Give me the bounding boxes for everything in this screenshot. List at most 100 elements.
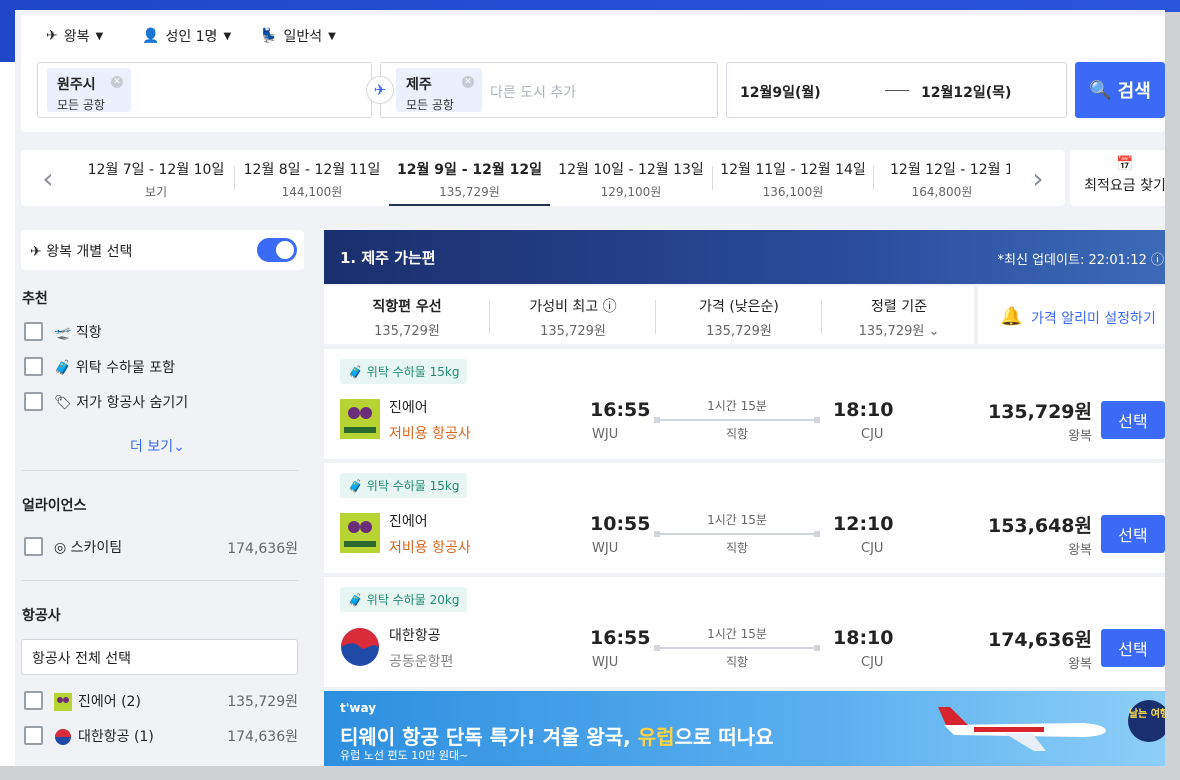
baggage-badge: 🧳 위탁 수하물 15kg xyxy=(340,473,468,498)
date-tab-4[interactable]: 12월 11일 - 12월 14일 136,100원 xyxy=(713,150,873,206)
chevron-down-icon: ▼ xyxy=(328,30,336,42)
route-line xyxy=(654,645,820,651)
route-line xyxy=(654,531,820,537)
chevron-down-icon: ⌄ xyxy=(928,324,940,339)
flight-card[interactable]: 🧳 위탁 수하물 15kg 진에어 저비용 항공사 10:55 WJU 1시간 … xyxy=(324,463,1165,573)
direct-flight-icon: 🛫 xyxy=(54,325,72,341)
sort-best-value[interactable]: 가성비 최고 ⓘ 135,729원 xyxy=(490,296,656,339)
calendar-icon: 📅 xyxy=(1116,156,1134,172)
jinair-checkbox[interactable] xyxy=(24,691,43,710)
seat-icon: 💺 xyxy=(260,28,278,44)
baggage-badge: 🧳 위탁 수하물 15kg xyxy=(340,359,468,384)
direct-filter-label: 🛫 직항 xyxy=(54,325,102,341)
roundtrip-toggle-label: ✈ 왕복 개별 선택 xyxy=(30,244,133,260)
alliance-heading: 얼라이언스 xyxy=(22,498,87,514)
select-flight-button[interactable]: 선택 xyxy=(1101,515,1165,553)
price-alert-link[interactable]: 가격 알리미 설정하기 xyxy=(1031,308,1156,328)
sort-direct-first[interactable]: 직항편 우선 135,729원 xyxy=(324,296,490,339)
date-tab-1[interactable]: 12월 8일 - 12월 11일 144,100원 xyxy=(235,150,389,206)
skyteam-checkbox[interactable] xyxy=(24,537,43,556)
airplane-illustration-icon xyxy=(938,707,1106,751)
next-dates-arrow-icon[interactable]: › xyxy=(1018,150,1058,206)
select-flight-button[interactable]: 선택 xyxy=(1101,401,1165,439)
baggage-filter-label: 🧳 위탁 수하물 포함 xyxy=(54,360,175,376)
hide-lcc-filter-label: 🏷 저가 항공사 숨기기 xyxy=(54,395,189,411)
baggage-badge: 🧳 위탁 수하물 20kg xyxy=(340,587,468,612)
tway-ad-banner[interactable]: t'way 티웨이 항공 단독 특가! 겨울 왕국, 유럽으로 떠나요 유럽 노… xyxy=(324,691,1180,766)
person-icon: 👤 xyxy=(142,28,160,44)
show-more-link[interactable]: 더 보기⌄ xyxy=(130,436,185,456)
sort-price-low[interactable]: 가격 (낮은순) 135,729원 xyxy=(656,296,822,339)
ad-subtext: 유럽 노선 편도 10만 원대~ xyxy=(340,749,469,762)
divider xyxy=(22,580,298,581)
search-button[interactable]: 🔍 검색 xyxy=(1075,62,1165,118)
roundtrip-toggle-switch[interactable] xyxy=(257,238,297,262)
select-all-airlines[interactable]: 항공사 전체 선택 xyxy=(21,639,298,675)
chevron-down-icon: ▼ xyxy=(95,30,104,42)
jinair-logo-icon xyxy=(54,693,72,711)
airline-type: 공동운항편 xyxy=(389,654,454,670)
koreanair-filter-label: 대한항공 (1) xyxy=(54,726,154,746)
divider xyxy=(22,470,298,471)
date-tab-0[interactable]: 12월 7일 - 12월 10일 보기 xyxy=(78,150,234,206)
hide-lcc-checkbox[interactable] xyxy=(24,392,43,411)
sort-by-dropdown[interactable]: 정렬 기준 135,729원 ⌄ xyxy=(816,296,982,339)
return-date[interactable]: 12월12일(목) xyxy=(921,82,1011,102)
date-tab-5[interactable]: 12월 12일 - 12월 15일 164,800원 xyxy=(874,150,1010,206)
recommend-heading: 추천 xyxy=(22,291,48,307)
plane-icon: ✈ xyxy=(30,244,42,260)
skyteam-price: 174,636원 xyxy=(227,541,298,557)
airline-type: 저비용 항공사 xyxy=(389,540,471,556)
flight-card[interactable]: 🧳 위탁 수하물 20kg 대한항공 공동운항편 16:55 WJU 1시간 1… xyxy=(324,577,1165,687)
cabin-dropdown[interactable]: 💺 일반석 ▼ xyxy=(260,26,336,46)
flight-card[interactable]: 🧳 위탁 수하물 15kg 진에어 저비용 항공사 16:55 WJU 1시간 … xyxy=(324,349,1165,459)
jinair-logo-icon xyxy=(340,513,380,553)
tway-logo: t'way xyxy=(340,701,377,715)
ad-badge: 날는 여행 xyxy=(1128,700,1170,742)
chevron-down-icon: ▼ xyxy=(223,30,232,42)
chevron-down-icon: ⌄ xyxy=(173,439,185,455)
ad-headline: 티웨이 항공 단독 특가! 겨울 왕국, 유럽으로 떠나요 xyxy=(340,725,774,749)
bell-icon: 🔔 xyxy=(1000,306,1023,327)
prev-dates-arrow-icon[interactable]: ‹ xyxy=(28,150,68,206)
remove-origin-icon[interactable]: ✕ xyxy=(111,76,123,88)
results-header: 1. 제주 가는편 *최신 업데이트: 22:01:12 ⓘ xyxy=(324,230,1180,284)
luggage-icon: 🧳 xyxy=(348,365,363,379)
origin-field[interactable]: 원주시 모든 공항 ✕ xyxy=(37,62,372,118)
update-info: *최신 업데이트: 22:01:12 ⓘ xyxy=(997,253,1164,268)
airline-heading: 항공사 xyxy=(22,608,61,624)
best-fare-button[interactable]: 📅 최적요금 찾기 xyxy=(1070,150,1180,206)
passenger-dropdown[interactable]: 👤 성인 1명 ▼ xyxy=(142,26,231,46)
bottom-edge-overlay xyxy=(0,766,1180,780)
info-icon: ⓘ xyxy=(602,299,617,315)
jinair-logo-icon xyxy=(340,399,380,439)
info-icon[interactable]: ⓘ xyxy=(1151,253,1164,268)
luggage-icon: 🧳 xyxy=(54,360,72,376)
skyteam-icon: ◎ xyxy=(54,540,67,556)
swap-route-button[interactable]: ✈ xyxy=(366,76,394,104)
origin-chip: 원주시 모든 공항 ✕ xyxy=(47,68,131,112)
add-city-input[interactable]: 다른 도시 추가 xyxy=(490,82,576,102)
date-tab-2-selected[interactable]: 12월 9일 - 12월 12일 135,729원 xyxy=(389,150,550,206)
destination-chip: 제주 모든 공항 ✕ xyxy=(396,68,482,112)
airline-type: 저비용 항공사 xyxy=(389,426,471,442)
depart-date[interactable]: 12월9일(월) xyxy=(740,82,821,102)
koreanair-filter-price: 174,636원 xyxy=(227,729,298,745)
trip-type-dropdown[interactable]: ✈ 왕복 ▼ xyxy=(46,26,103,46)
koreanair-logo-icon xyxy=(55,729,71,745)
skyteam-label: ◎ 스카이팀 xyxy=(54,540,123,556)
tag-icon: 🏷 xyxy=(54,395,72,411)
select-flight-button[interactable]: 선택 xyxy=(1101,629,1165,667)
koreanair-logo-icon xyxy=(341,628,379,666)
date-separator xyxy=(885,90,909,91)
direct-checkbox[interactable] xyxy=(24,322,43,341)
luggage-icon: 🧳 xyxy=(348,593,363,607)
search-icon: 🔍 xyxy=(1089,79,1112,100)
baggage-checkbox[interactable] xyxy=(24,357,43,376)
koreanair-checkbox[interactable] xyxy=(24,726,43,745)
luggage-icon: 🧳 xyxy=(348,479,363,493)
right-edge-overlay xyxy=(1165,12,1180,780)
date-tab-3[interactable]: 12월 10일 - 12월 13일 129,100원 xyxy=(550,150,712,206)
route-line xyxy=(654,417,820,423)
remove-destination-icon[interactable]: ✕ xyxy=(462,76,474,88)
